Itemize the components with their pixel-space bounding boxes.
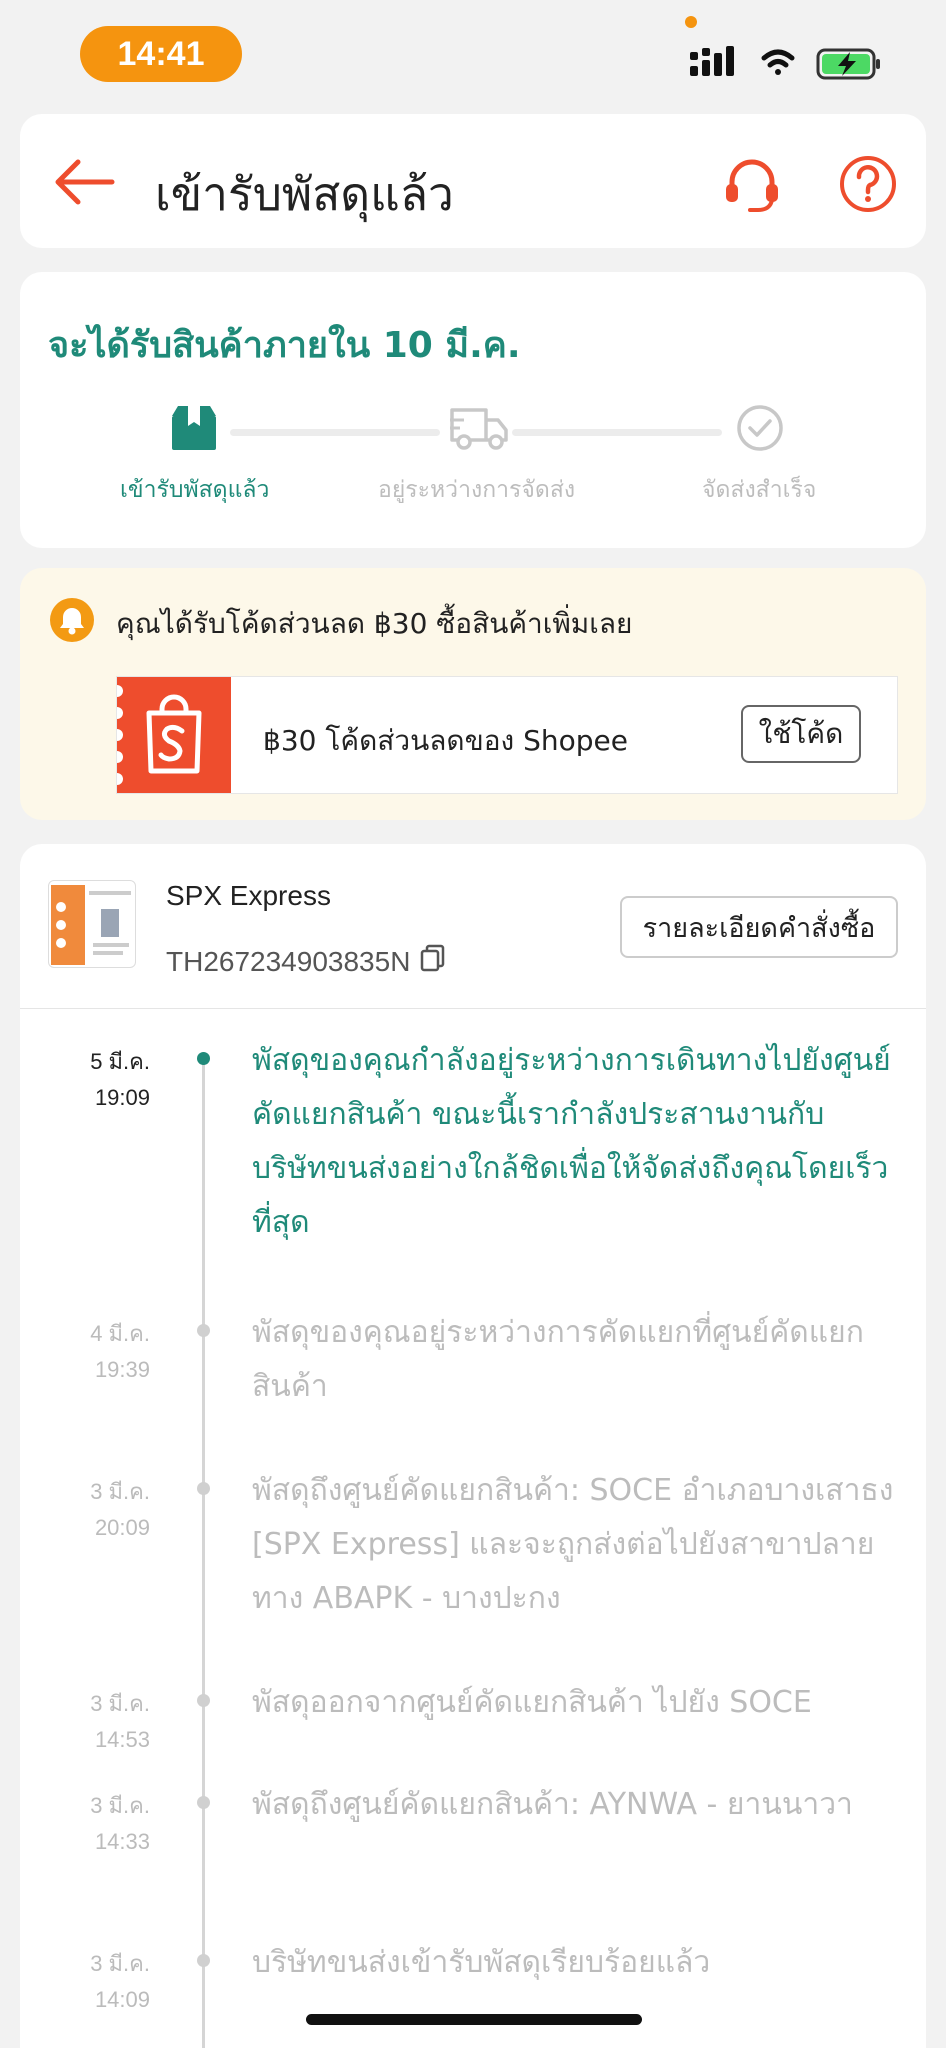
timeline-dot (197, 1482, 210, 1495)
timeline-dot (197, 1694, 210, 1707)
divider (20, 1008, 926, 1009)
event-description: พัสดุถึงศูนย์คัดแยกสินค้า: SOCE อำเภอบาง… (252, 1473, 894, 1616)
event-description: พัสดุของคุณอยู่ระหว่างการคัดแยกที่ศูนย์ค… (252, 1315, 864, 1404)
battery-icon (816, 48, 880, 80)
step-label-picked-up: เข้ารับพัสดุแล้ว (120, 477, 270, 503)
shopee-bag-icon (111, 677, 231, 793)
courier-name: SPX Express (166, 880, 331, 911)
event-description: พัสดุของคุณกำลังอยู่ระหว่างการเดินทางไปย… (252, 1043, 891, 1240)
timeline-dot (197, 1324, 210, 1337)
use-code-button[interactable]: ใช้โค้ด (741, 705, 861, 763)
status-icons (690, 40, 890, 84)
arrow-left-icon (55, 159, 115, 205)
event-date: 3 มี.ค. 20:09 (90, 1479, 150, 1540)
voucher-title: ฿30 โค้ดส่วนลดของ Shopee (263, 724, 628, 757)
delivery-progress-card: จะได้รับสินค้าภายใน 10 มี.ค. เข้ารับพัสด… (20, 272, 926, 548)
event-date: 3 มี.ค. 14:09 (90, 1951, 150, 2012)
home-indicator[interactable] (306, 2014, 642, 2025)
parcel-thumbnail (48, 880, 136, 968)
check-circle-icon (734, 402, 786, 454)
timeline-line (202, 1056, 205, 2048)
header-bar: เข้ารับพัสดุแล้ว (20, 114, 926, 248)
event-date: 3 มี.ค. 14:33 (90, 1793, 150, 1854)
tracking-card: SPX Express TH267234903835N รายละเอียดคำ… (20, 844, 926, 2048)
question-circle-icon (840, 156, 896, 212)
step-label-delivered: จัดส่งสำเร็จ (702, 477, 817, 503)
voucher-ticket[interactable]: ฿30 โค้ดส่วนลดของ Shopee ใช้โค้ด (111, 676, 898, 794)
progress-line-2 (512, 429, 722, 436)
back-button[interactable] (50, 152, 120, 212)
timeline-dot (197, 1796, 210, 1809)
page-title: เข้ารับพัสดุแล้ว (155, 167, 454, 221)
event-description: พัสดุถึงศูนย์คัดแยกสินค้า: AYNWA - ยานนา… (252, 1787, 853, 1822)
tracking-number-row: TH267234903835N (166, 944, 446, 979)
order-details-button[interactable]: รายละเอียดคำสั่งซื้อ (620, 896, 898, 958)
headset-icon (726, 159, 778, 212)
help-button[interactable] (836, 152, 900, 216)
progress-line-1 (230, 429, 440, 436)
step-label-in-transit: อยู่ระหว่างการจัดส่ง (378, 477, 576, 503)
customer-support-button[interactable] (720, 152, 784, 216)
tracking-number: TH267234903835N (166, 945, 411, 977)
wifi-icon (761, 49, 795, 75)
bell-icon (50, 598, 94, 642)
privacy-indicator-dot (685, 16, 697, 28)
truck-icon (450, 402, 508, 454)
event-date: 3 มี.ค. 14:53 (90, 1691, 150, 1752)
event-date: 4 มี.ค. 19:39 (90, 1321, 150, 1382)
voucher-card: คุณได้รับโค้ดส่วนลด ฿30 ซื้อสินค้าเพิ่มเ… (20, 568, 926, 820)
voucher-notice: คุณได้รับโค้ดส่วนลด ฿30 ซื้อสินค้าเพิ่มเ… (116, 607, 633, 640)
event-description: พัสดุออกจากศูนย์คัดแยกสินค้า ไปยัง SOCE (252, 1685, 812, 1720)
cellular-signal-icon (690, 46, 734, 76)
timeline-dot (197, 1954, 210, 1967)
estimated-delivery-text: จะได้รับสินค้าภายใน 10 มี.ค. (48, 325, 521, 366)
status-time: 14:41 (80, 26, 242, 82)
event-description: บริษัทขนส่งเข้ารับพัสดุเรียบร้อยแล้ว (252, 1945, 711, 1980)
timeline-dot-active (197, 1052, 210, 1065)
status-bar: 14:41 (0, 0, 946, 100)
box-icon (168, 402, 220, 454)
copy-icon[interactable] (420, 944, 446, 979)
event-date: 5 มี.ค. 19:09 (90, 1049, 150, 1110)
